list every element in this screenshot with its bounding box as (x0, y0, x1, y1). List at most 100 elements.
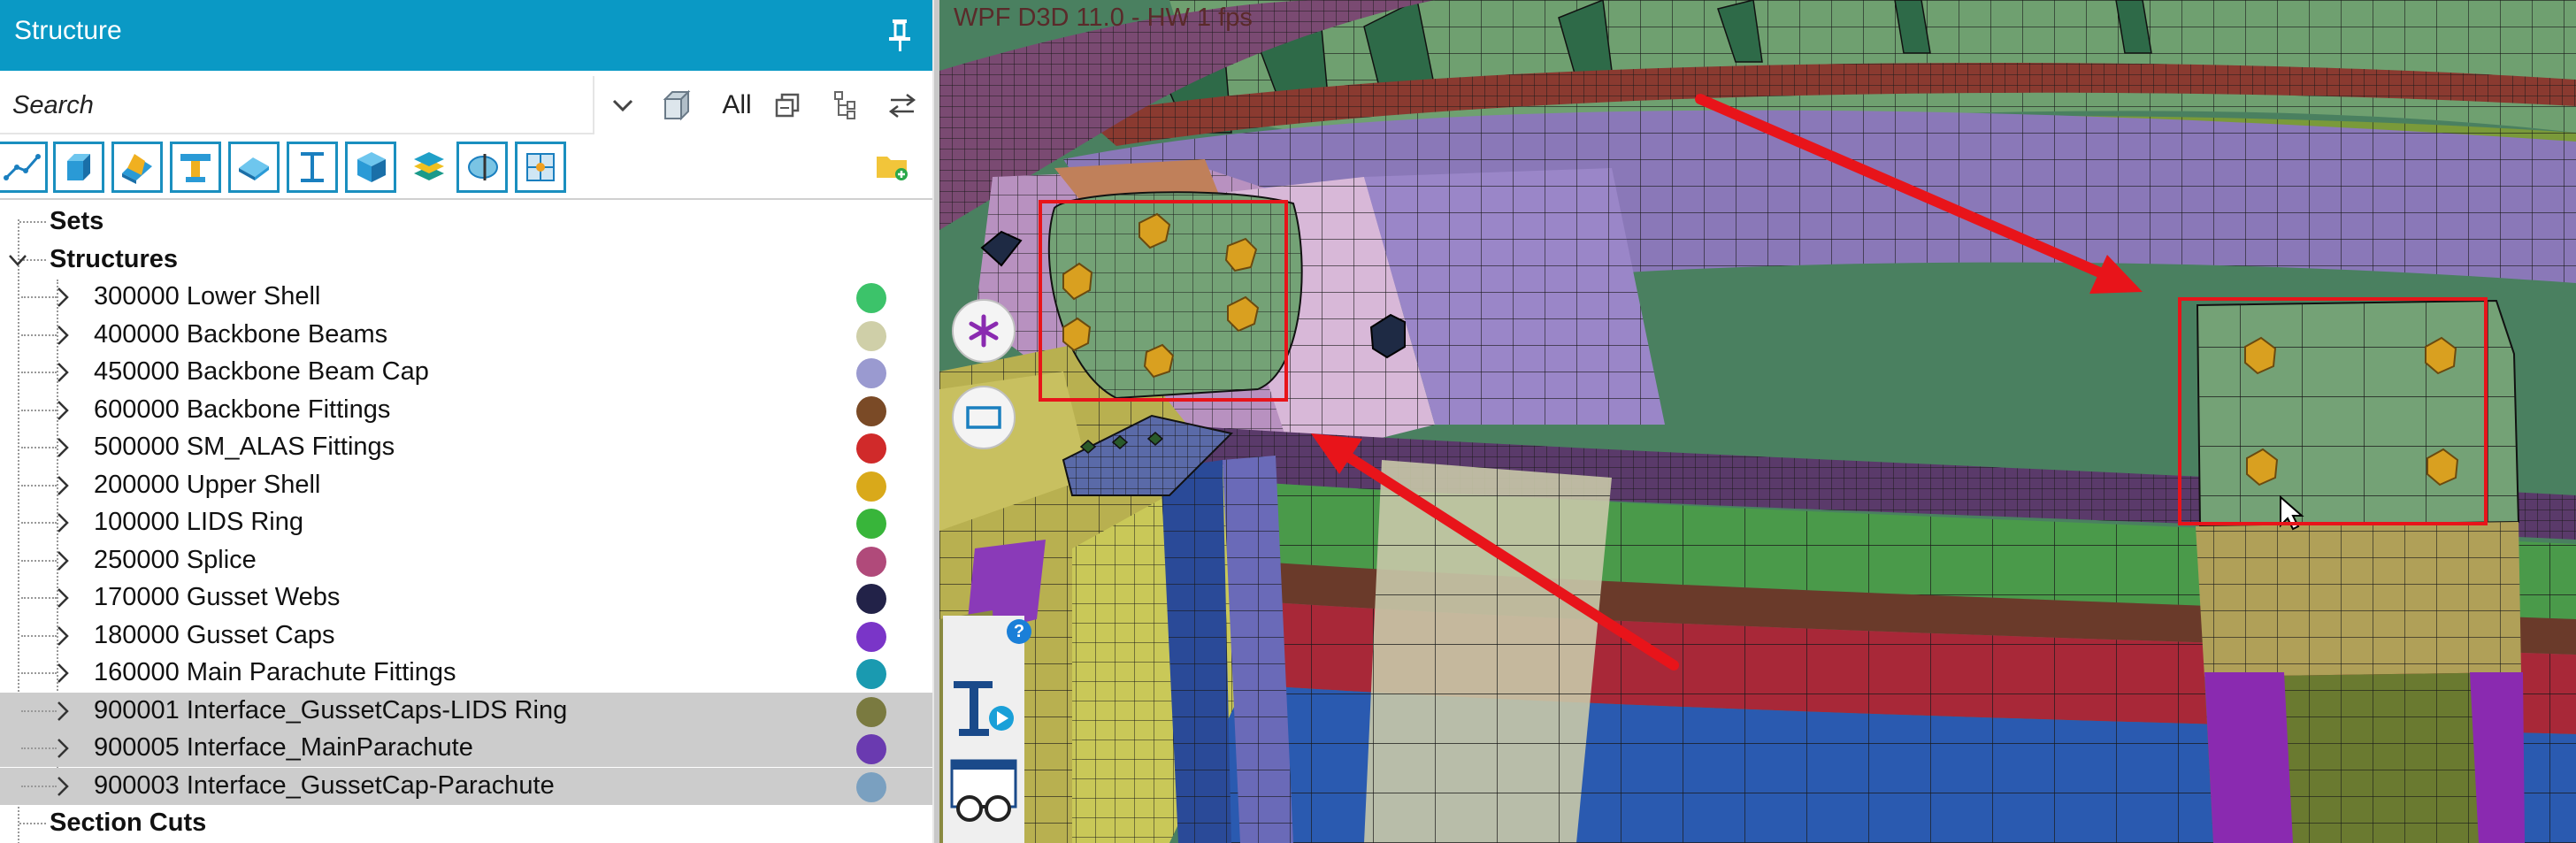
glasses-view-icon[interactable] (948, 757, 1021, 826)
rectangle-icon[interactable] (952, 386, 1016, 449)
tree-item-label: 250000 Splice (94, 545, 257, 574)
grid-select-button[interactable] (515, 142, 566, 193)
tree-item-structure[interactable]: 100000 LIDS Ring (0, 504, 932, 541)
chevron-right-icon[interactable] (51, 585, 74, 611)
tree-item-label: 170000 Gusset Webs (94, 583, 341, 611)
chevron-right-icon[interactable] (51, 773, 74, 800)
tree-item-structure[interactable]: 450000 Backbone Beam Cap (0, 354, 932, 391)
chevron-right-icon[interactable] (51, 623, 74, 649)
tree-item-structure[interactable]: 400000 Backbone Beams (0, 317, 932, 354)
chevron-right-icon[interactable] (51, 510, 74, 536)
cube-icon[interactable] (656, 76, 697, 134)
color-swatch[interactable] (856, 584, 886, 614)
nodes-type-button[interactable] (0, 142, 48, 193)
color-swatch[interactable] (856, 395, 886, 426)
tree-node-sets[interactable]: Sets (0, 203, 932, 241)
tree-item-structure[interactable]: 500000 SM_ALAS Fittings (0, 429, 932, 466)
color-swatch[interactable] (856, 771, 886, 802)
tree-item-structure[interactable]: 180000 Gusset Caps (0, 617, 932, 655)
chevron-down-icon[interactable] (605, 76, 640, 134)
layers-type-button[interactable] (403, 142, 455, 193)
chevron-right-icon[interactable] (51, 434, 74, 461)
chevron-right-icon[interactable] (51, 660, 74, 686)
chevron-right-icon[interactable] (51, 397, 74, 424)
chevron-right-icon[interactable] (51, 359, 74, 386)
chevron-down-icon[interactable] (7, 252, 28, 270)
search-box (0, 76, 594, 134)
3d-viewport[interactable]: WPF D3D 11.0 - HW 1 fps ? (939, 0, 2576, 843)
tree-item-label: 180000 Gusset Caps (94, 620, 335, 649)
tree-node-structures[interactable]: Structures (0, 241, 932, 279)
fem-mesh-render (939, 0, 2576, 843)
tree-item-structure[interactable]: 250000 Splice (0, 542, 932, 579)
new-folder-icon[interactable] (872, 136, 913, 195)
tree-item-label: 450000 Backbone Beam Cap (94, 357, 429, 386)
color-swatch[interactable] (856, 659, 886, 689)
chevron-right-icon[interactable] (51, 698, 74, 724)
color-swatch[interactable] (856, 509, 886, 539)
render-status: WPF D3D 11.0 - HW 1 fps (954, 4, 1253, 32)
color-swatch[interactable] (856, 621, 886, 652)
toolbar-divider (0, 198, 932, 200)
tree-item-label: 300000 Lower Shell (94, 282, 321, 310)
plates-type-button[interactable] (228, 142, 280, 193)
panel-titlebar: Structure (0, 0, 932, 71)
pin-icon[interactable] (885, 16, 915, 55)
color-swatch[interactable] (856, 283, 886, 313)
color-swatch[interactable] (856, 433, 886, 464)
color-swatch[interactable] (856, 696, 886, 727)
structure-tree: Sets Structures 300000 Lower Shell 400000 B… (0, 202, 932, 843)
shells-type-button[interactable] (111, 142, 163, 193)
tree-item-structure[interactable]: 300000 Lower Shell (0, 279, 932, 316)
hierarchy-icon[interactable] (828, 76, 863, 134)
chevron-right-icon[interactable] (51, 735, 74, 762)
tree-item-label: 900003 Interface_GussetCap-Parachute (94, 770, 555, 800)
tree-item-label: 900005 Interface_MainParachute (94, 733, 473, 762)
help-icon[interactable]: ? (1007, 619, 1031, 644)
copy-icon[interactable] (770, 76, 805, 134)
volume-type-button[interactable] (345, 142, 396, 193)
text-tool-icon[interactable] (947, 674, 1021, 745)
section-view-button[interactable] (456, 142, 508, 193)
tree-item-label: 600000 Backbone Fittings (94, 395, 391, 424)
profile-type-button[interactable] (287, 142, 338, 193)
beams-type-button[interactable] (170, 142, 221, 193)
tree-item-structure[interactable]: 900005 Interface_MainParachute (0, 730, 932, 767)
tree-node-section-cuts[interactable]: Section Cuts (0, 805, 932, 842)
tree-item-structure[interactable]: 200000 Upper Shell (0, 467, 932, 504)
search-toolbar: All (0, 76, 932, 134)
tree-item-label: 100000 LIDS Ring (94, 508, 303, 536)
view-side-toolbar (943, 616, 1024, 843)
color-swatch[interactable] (856, 471, 886, 502)
tree-item-label: 500000 SM_ALAS Fittings (94, 433, 395, 461)
tree-item-label: 160000 Main Parachute Fittings (94, 658, 456, 686)
tree-item-structure[interactable]: 900001 Interface_GussetCaps-LIDS Ring (0, 692, 932, 730)
tree-guide-line (19, 823, 46, 824)
tree-node-label: Sets (50, 207, 104, 235)
tree-node-label: Section Cuts (50, 809, 207, 837)
tree-item-label: 400000 Backbone Beams (94, 319, 388, 349)
color-swatch[interactable] (856, 734, 886, 764)
filter-all-label[interactable]: All (713, 76, 761, 134)
color-swatch[interactable] (856, 546, 886, 577)
tree-guide-line (19, 221, 46, 223)
color-swatch[interactable] (856, 320, 886, 351)
tree-item-structure[interactable]: 600000 Backbone Fittings (0, 392, 932, 429)
asterisk-icon[interactable] (952, 299, 1016, 363)
color-swatch[interactable] (856, 358, 886, 388)
panel-splitter[interactable] (932, 0, 939, 843)
chevron-right-icon[interactable] (51, 284, 74, 310)
swap-arrows-icon[interactable] (883, 76, 922, 134)
structure-panel: Structure All (0, 0, 932, 843)
tree-item-structure[interactable]: 160000 Main Parachute Fittings (0, 655, 932, 692)
element-type-toolbar (0, 140, 932, 198)
solids-type-button[interactable] (53, 142, 104, 193)
panel-title: Structure (14, 16, 122, 45)
chevron-right-icon[interactable] (51, 548, 74, 574)
tree-node-label: Structures (50, 244, 179, 273)
search-input[interactable] (12, 87, 579, 124)
tree-item-structure[interactable]: 170000 Gusset Webs (0, 579, 932, 617)
chevron-right-icon[interactable] (51, 322, 74, 349)
chevron-right-icon[interactable] (51, 472, 74, 499)
tree-item-structure[interactable]: 900003 Interface_GussetCap-Parachute (0, 767, 932, 805)
